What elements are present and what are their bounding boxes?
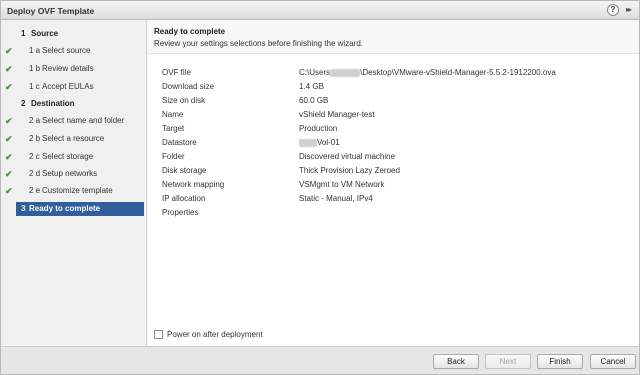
redacted-username (330, 68, 361, 77)
step-select-source[interactable]: ✔ 1 a Select source (1, 44, 147, 58)
checkmark-icon: ✔ (5, 64, 13, 74)
ovf-path-suffix: \Desktop\VMware-vShield-Manager-5.5.2-19… (360, 68, 556, 77)
summary-row-target: Target Production (162, 124, 338, 133)
deploy-ovf-dialog: Deploy OVF Template ? ▸▸ 1 Source ✔ 1 a … (0, 0, 640, 375)
step-select-name-folder[interactable]: ✔ 2 a Select name and folder (1, 114, 147, 128)
help-icon[interactable]: ? (607, 4, 619, 16)
checkmark-icon: ✔ (5, 152, 13, 162)
content-header: Ready to complete Review your settings s… (148, 20, 639, 54)
step-select-storage[interactable]: ✔ 2 c Select storage (1, 150, 147, 164)
summary-row-network-mapping: Network mapping VSMgmt to VM Network (162, 180, 385, 189)
step-setup-networks[interactable]: ✔ 2 d Setup networks (1, 167, 147, 181)
summary-row-folder: Folder Discovered virtual machine (162, 152, 396, 161)
checkmark-icon: ✔ (5, 82, 13, 92)
step-destination: 2 Destination (21, 99, 75, 108)
wizard-content: Ready to complete Review your settings s… (148, 20, 639, 346)
next-button[interactable]: Next (485, 354, 531, 369)
summary-row-disk-storage: Disk storage Thick Provision Lazy Zeroed (162, 166, 400, 175)
step-select-resource[interactable]: ✔ 2 b Select a resource (1, 132, 147, 146)
datastore-suffix: Vol-01 (317, 138, 340, 147)
checkmark-icon: ✔ (5, 169, 13, 179)
back-button[interactable]: Back (433, 354, 479, 369)
ovf-path-prefix: C:\Users (299, 68, 331, 77)
summary-row-download-size: Download size 1.4 GB (162, 82, 324, 91)
power-on-checkbox[interactable] (154, 330, 163, 339)
step-ready-to-complete[interactable]: 3 Ready to complete (16, 202, 144, 216)
step-customize-template[interactable]: ✔ 2 e Customize template (1, 184, 147, 198)
finish-button[interactable]: Finish (537, 354, 583, 369)
dialog-footer: Back Next Finish Cancel (1, 346, 639, 374)
summary-row-ip-allocation: IP allocation Static - Manual, IPv4 (162, 194, 373, 203)
expand-icon[interactable]: ▸▸ (622, 4, 634, 16)
checkmark-icon: ✔ (5, 46, 13, 56)
step-source: 1 Source (21, 29, 59, 38)
summary-row-datastore: Datastore Vol-01 (162, 138, 340, 147)
power-on-label: Power on after deployment (167, 330, 263, 339)
page-subtitle: Review your settings selections before f… (154, 39, 363, 48)
checkmark-icon: ✔ (5, 186, 13, 196)
checkmark-icon: ✔ (5, 116, 13, 126)
title-bar: Deploy OVF Template ? ▸▸ (1, 1, 639, 20)
wizard-steps-sidebar: 1 Source ✔ 1 a Select source ✔ 1 b Revie… (1, 20, 147, 346)
window-title: Deploy OVF Template (7, 6, 95, 16)
redacted-datastore-prefix (299, 138, 317, 147)
summary-row-properties: Properties (162, 208, 199, 217)
step-review-details[interactable]: ✔ 1 b Review details (1, 62, 147, 76)
step-accept-eulas[interactable]: ✔ 1 c Accept EULAs (1, 80, 147, 94)
page-title: Ready to complete (154, 27, 226, 36)
checkmark-icon: ✔ (5, 134, 13, 144)
cancel-button[interactable]: Cancel (590, 354, 636, 369)
summary-row-ovf-file: OVF file C:\Users \Desktop\VMware-vShield… (162, 68, 556, 77)
summary-row-name: Name vShield Manager-test (162, 110, 375, 119)
summary-row-size-on-disk: Size on disk 60.0 GB (162, 96, 329, 105)
